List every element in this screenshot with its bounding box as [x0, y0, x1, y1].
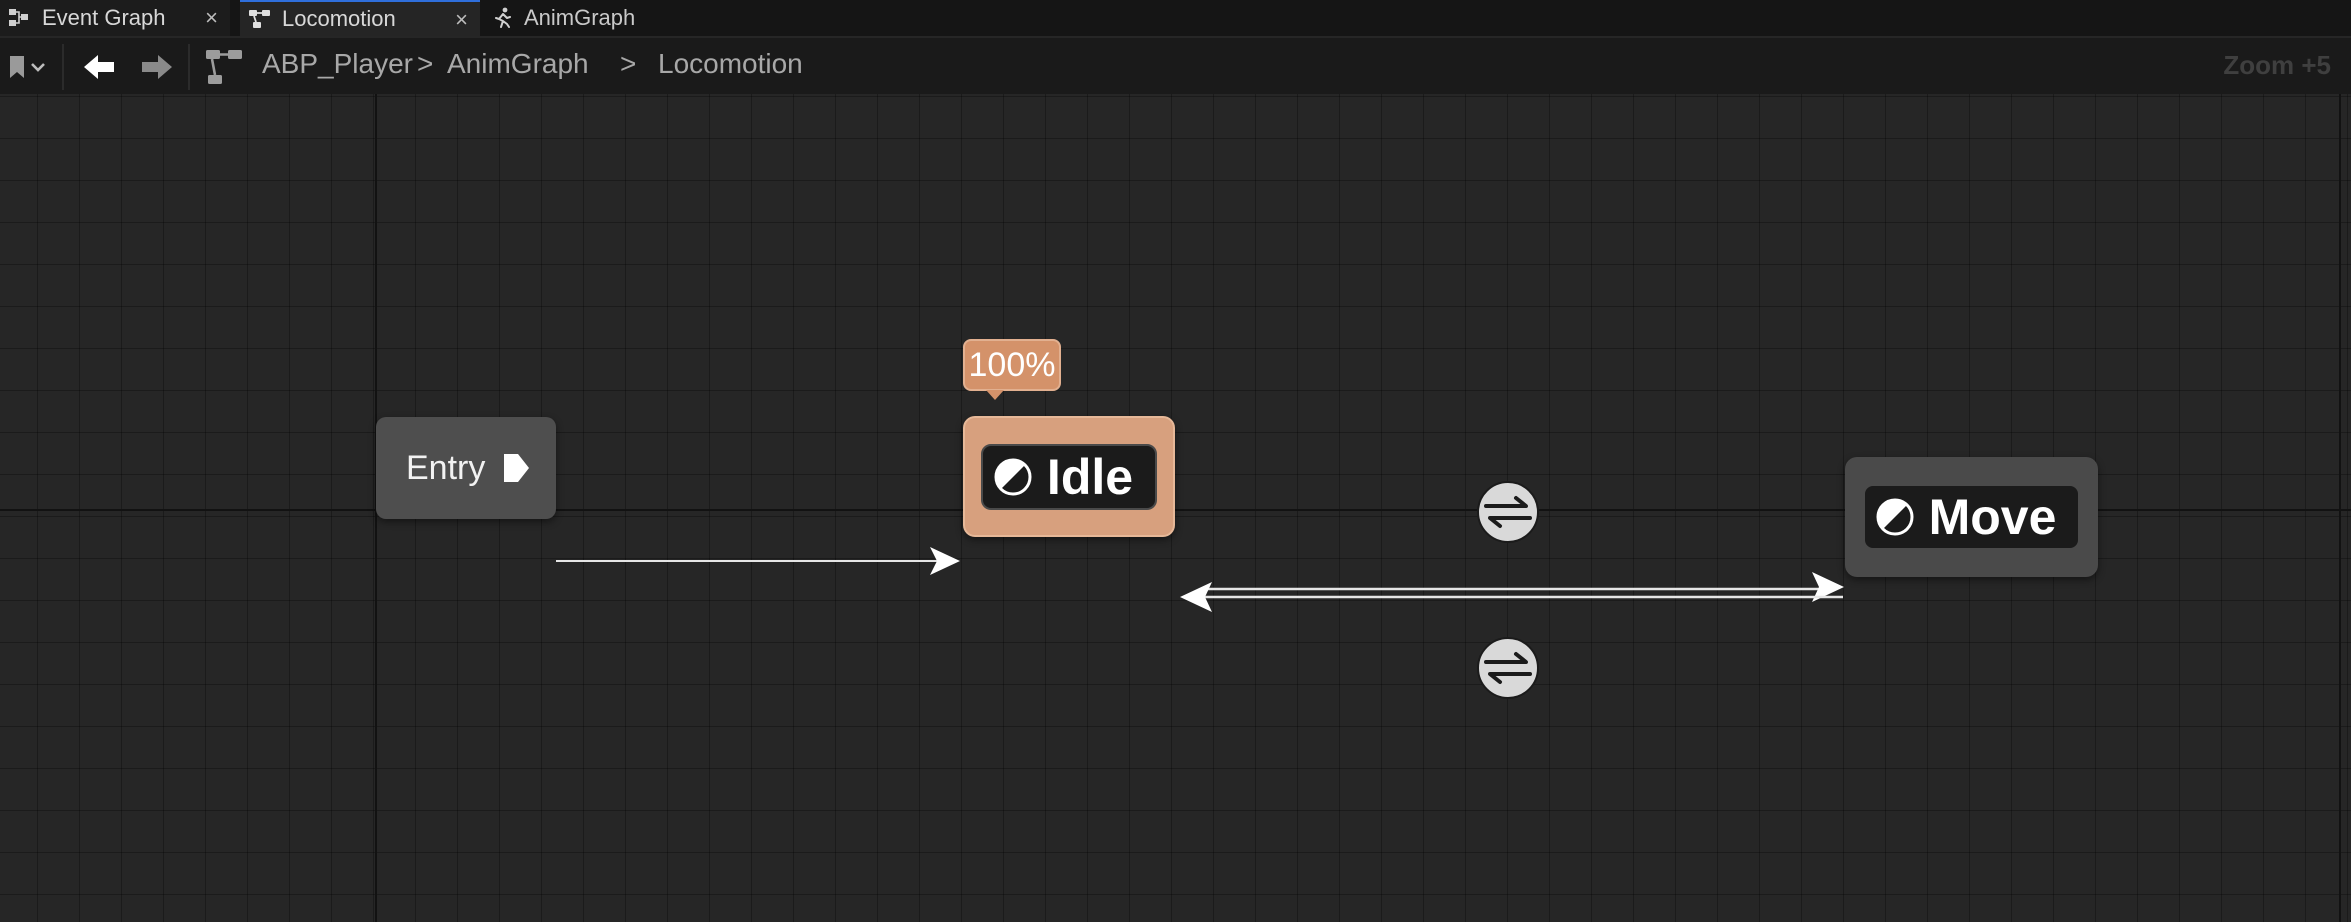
transition-rule-icon[interactable] [1476, 636, 1540, 700]
state-node-idle[interactable]: Idle [963, 416, 1175, 537]
state-title-move: Move [1862, 484, 2081, 550]
entry-label: Entry [406, 448, 486, 487]
state-icon [994, 458, 1032, 495]
badge-pointer [986, 390, 1004, 400]
entry-node[interactable]: Entry [376, 417, 556, 519]
state-weight-badge: 100% [963, 339, 1061, 391]
state-title-idle: Idle [980, 443, 1158, 510]
state-icon [1876, 498, 1914, 536]
state-node-move[interactable]: Move [1845, 457, 2098, 577]
state-weight-value: 100% [968, 345, 1056, 384]
transition-rule-icon[interactable] [1476, 480, 1540, 544]
state-label-move: Move [1928, 489, 2057, 545]
state-label-idle: Idle [1046, 448, 1134, 505]
exec-pin-icon[interactable] [501, 451, 531, 485]
